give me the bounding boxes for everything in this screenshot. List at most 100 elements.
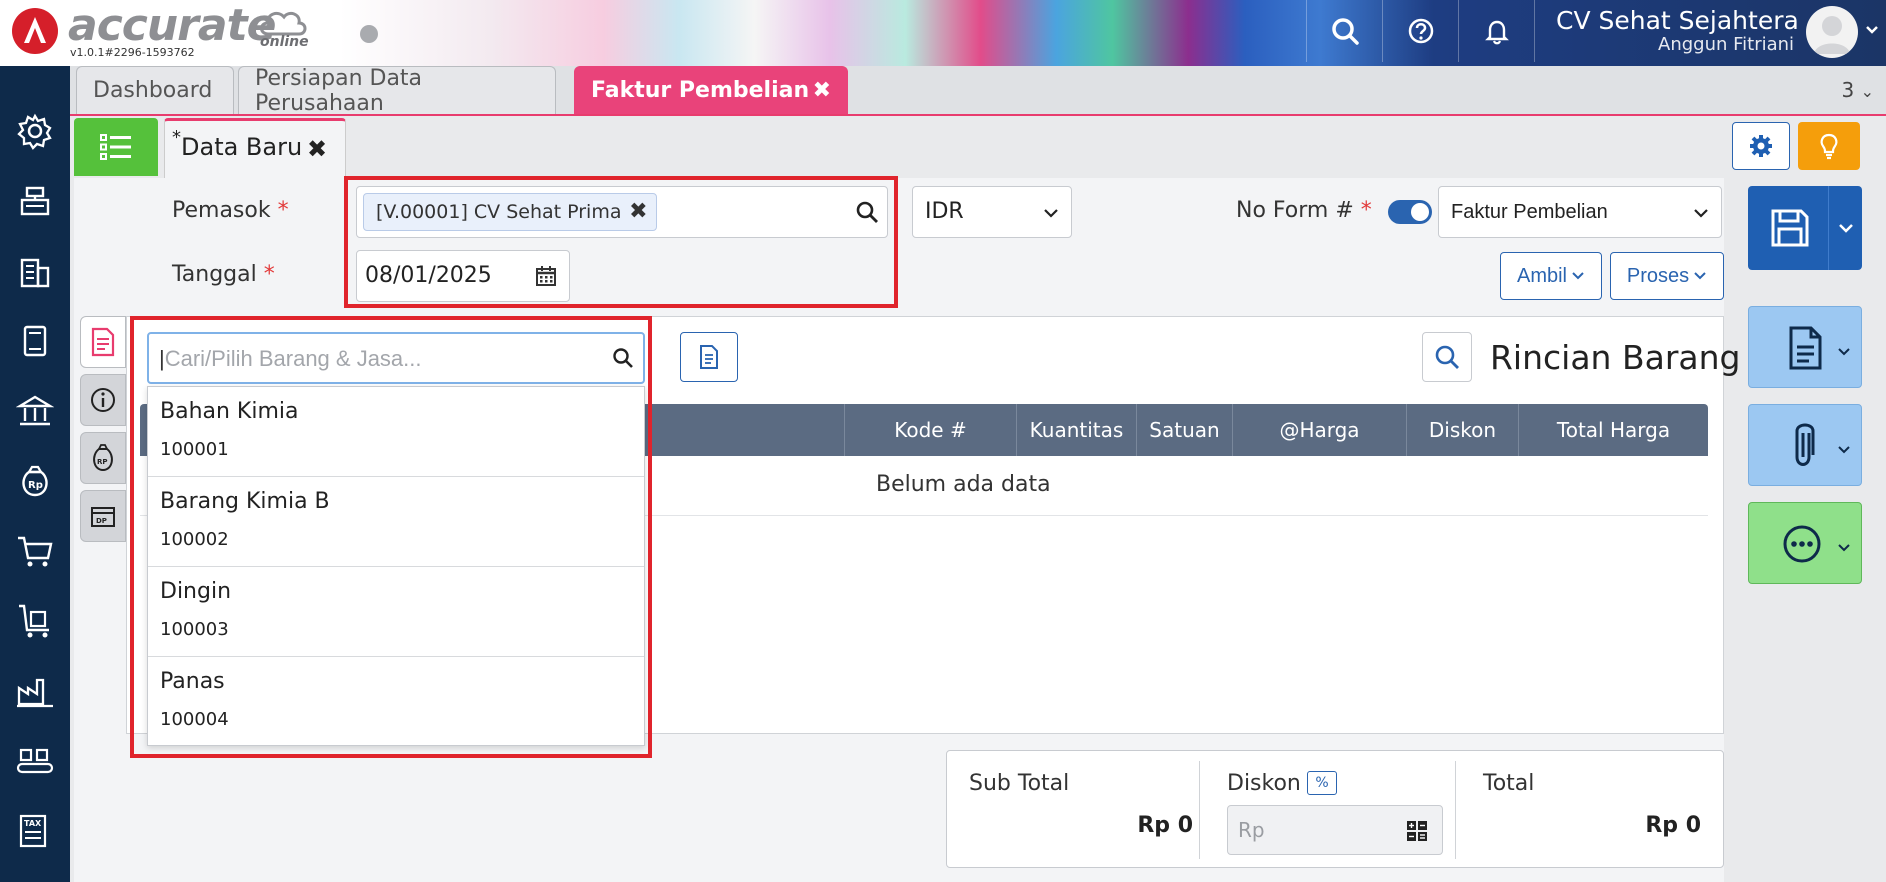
tab-count: 3 [1841,78,1855,102]
highlight-box-dropdown [130,316,652,758]
total-label: Total [1483,771,1535,796]
date-label: Tanggal * [172,262,275,287]
bank-icon[interactable] [8,384,62,438]
chevron-down-icon [1838,544,1850,552]
document-icon [1789,326,1822,370]
form-type-select[interactable]: Faktur Pembelian [1438,186,1722,238]
conveyor-icon[interactable] [8,734,62,788]
gear-icon[interactable] [8,104,62,158]
column-header-kuantitas[interactable]: Kuantitas [1016,404,1136,456]
help-button[interactable] [1382,0,1458,62]
list-icon [100,134,131,160]
divider [1828,186,1829,270]
subtotal-value: Rp 0 [1137,813,1193,838]
discount-input[interactable]: Rp [1227,805,1443,855]
brand-online: online [260,34,309,50]
factory-icon[interactable] [8,664,62,718]
discount-label: Diskon [1227,771,1301,796]
discount-placeholder: Rp [1238,818,1265,842]
chevron-down-icon [1694,272,1706,280]
help-icon [1408,18,1433,44]
top-header: accurate online v1.0.1#2296-1593762 CV S… [0,0,1886,66]
tab-count-dropdown[interactable]: 3 ⌄ [1842,78,1875,102]
tab-faktur-pembelian[interactable]: Faktur Pembelian ✖ [574,66,848,114]
document-menu-button[interactable] [1748,306,1862,388]
column-header-kode[interactable]: Kode # [844,404,1016,456]
paperclip-icon [1795,423,1815,466]
column-header-diskon[interactable]: Diskon [1406,404,1518,456]
search-icon [1435,345,1459,369]
more-icon [1783,525,1821,563]
tab-label: Persiapan Data Perusahaan [255,65,423,116]
chevron-down-icon[interactable] [1838,222,1854,234]
chevron-down-icon [1044,209,1058,218]
tab-persiapan-data[interactable]: Persiapan Data Perusahaan [238,65,556,116]
form-tab-data-baru[interactable]: * Data Baru ✖ [164,118,346,178]
currency-select[interactable]: IDR [912,186,1072,238]
currency-value: IDR [925,199,964,224]
discount-percent-toggle[interactable]: % [1307,771,1337,795]
form-tab-label: Data Baru [181,133,303,161]
list-view-button[interactable] [74,118,158,176]
attachment-button[interactable] [1748,404,1862,486]
bell-icon [1484,20,1509,45]
building-icon[interactable] [8,244,62,298]
column-header-harga[interactable]: @Harga [1232,404,1406,456]
svg-text:DP: DP [96,517,107,525]
tax-icon[interactable]: TAX [8,804,62,858]
document-icon [91,327,115,357]
supplier-label-text: Pemasok [172,198,271,223]
chevron-down-icon [1838,446,1850,454]
column-header-total-harga[interactable]: Total Harga [1518,404,1708,456]
column-header-satuan[interactable]: Satuan [1136,404,1232,456]
chevron-down-icon [1572,272,1584,280]
notification-button[interactable] [1458,0,1534,62]
left-navigation: Rp TAX [0,66,70,882]
close-icon[interactable]: ✖ [813,78,831,103]
cart-icon[interactable] [8,524,62,578]
no-form-label-text: No Form # [1236,198,1354,223]
save-icon [1771,209,1809,247]
brand-name: accurate [68,0,276,51]
svg-text:TAX: TAX [24,819,42,828]
tab-label: Faktur Pembelian [591,78,810,103]
divider [1199,761,1200,859]
tab-costs[interactable]: RP [80,432,126,484]
search-button[interactable] [1306,0,1382,62]
cash-register-icon[interactable] [8,174,62,228]
money-bag-icon: RP [93,444,113,472]
auto-number-toggle[interactable] [1388,200,1432,224]
item-document-button[interactable] [680,332,738,382]
close-icon[interactable]: ✖ [307,135,327,163]
user-name: Anggun Fitriani [1658,34,1795,55]
money-bag-icon[interactable]: Rp [8,454,62,508]
cart-box-icon[interactable] [8,594,62,648]
tips-button[interactable] [1798,122,1860,170]
tab-info[interactable] [80,374,126,426]
avatar[interactable] [1806,6,1858,58]
document-icon [700,345,718,369]
proses-button[interactable]: Proses [1610,252,1724,300]
required-mark: * [1360,198,1372,223]
no-form-label: No Form # * [1236,198,1372,223]
chevron-down-icon [1694,209,1708,218]
subtotal-label: Sub Total [969,771,1070,796]
chevron-down-icon[interactable] [1864,22,1880,38]
more-actions-button[interactable] [1748,502,1862,584]
tab-item-details[interactable] [80,316,126,368]
calculator-icon[interactable] [1406,820,1428,842]
items-search-button[interactable] [1422,332,1472,382]
tab-down-payment[interactable]: DP [80,490,126,542]
form-settings-button[interactable] [1732,122,1790,170]
ambil-button[interactable]: Ambil [1500,252,1602,300]
ambil-label: Ambil [1516,264,1567,287]
app-version: v1.0.1#2296-1593762 [70,46,195,59]
tab-label: Dashboard [93,78,213,103]
down-payment-icon: DP [91,507,115,527]
save-button[interactable] [1748,186,1862,270]
company-name: CV Sehat Sejahtera [1556,6,1799,35]
tab-dashboard[interactable]: Dashboard [76,66,234,114]
form-type-value: Faktur Pembelian [1451,201,1608,223]
book-icon[interactable] [8,314,62,368]
lightbulb-icon [1820,133,1838,160]
